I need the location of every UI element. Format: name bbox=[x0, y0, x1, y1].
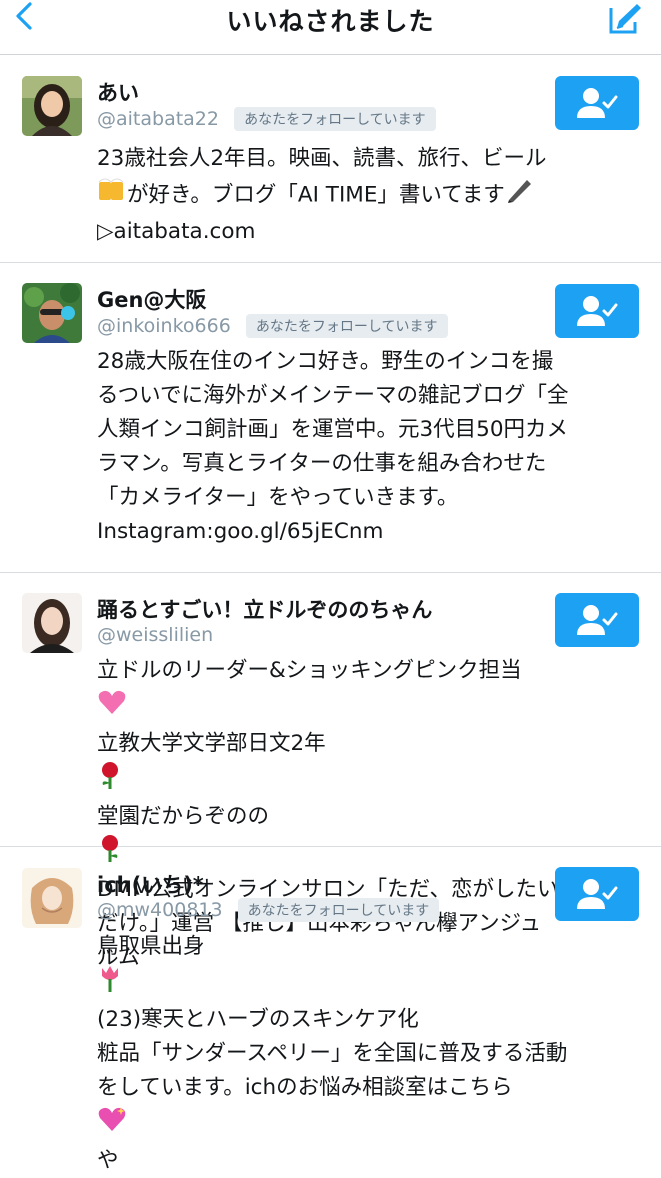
follows-you-badge: あなたをフォローしています bbox=[245, 314, 448, 338]
bio-line-wrapper: をしています。ichのお悩み相談室はこちらや bbox=[97, 1071, 642, 1178]
page-title: いいねされました bbox=[226, 7, 435, 36]
user-handle: @aitabata22 bbox=[97, 108, 219, 130]
following-button[interactable] bbox=[555, 284, 639, 338]
handle-row: @aitabata22 あなたをフォローしています bbox=[97, 107, 436, 131]
handle-row: @weisslilien bbox=[97, 624, 213, 646]
bio-line: 23歳社会人2年目。映画、読書、旅行、ビール bbox=[97, 146, 547, 171]
user-bio: 28歳大阪在住のインコ好き。野生のインコを撮 るついでに海外がメインテーマの雑記… bbox=[97, 345, 642, 549]
bio-line: が好き。ブログ「AI TIME」書いてます bbox=[127, 182, 505, 208]
follows-you-badge: あなたをフォローしています bbox=[234, 107, 436, 131]
bio-line: 粧品「サンダースペリー」を全国に普及する活動 bbox=[97, 1041, 568, 1066]
user-bio: 鳥取県出身 (23)寒天とハーブのスキンケア化 粧品「サンダースペリー」を全国に普… bbox=[97, 930, 642, 1178]
person-check-icon bbox=[577, 296, 618, 326]
rose-icon bbox=[97, 761, 642, 800]
pen-icon bbox=[505, 176, 533, 215]
following-button[interactable] bbox=[555, 76, 639, 130]
tulip-icon bbox=[97, 964, 642, 1003]
bio-line[interactable]: Instagram:goo.gl/65jECnm bbox=[97, 515, 642, 549]
bio-line: をしています。ichのお悩み相談室はこちら bbox=[97, 1075, 513, 1100]
navigation-bar: いいねされました bbox=[0, 0, 661, 55]
user-handle: @inkoinko666 bbox=[97, 315, 231, 337]
avatar-image bbox=[22, 868, 82, 928]
avatar-image bbox=[22, 283, 82, 343]
person-check-icon bbox=[577, 88, 618, 118]
avatar[interactable] bbox=[22, 868, 82, 928]
user-name[interactable]: Gen@大阪 bbox=[97, 284, 206, 314]
following-button[interactable] bbox=[555, 867, 639, 921]
user-cell[interactable]: あい @aitabata22 あなたをフォローしています 23歳社会人2年目。映… bbox=[0, 55, 661, 263]
person-check-icon bbox=[577, 605, 618, 635]
bio-line: 「カメライター」をやっていきます。 bbox=[97, 485, 459, 510]
user-cell[interactable]: Gen@大阪 @inkoinko666 あなたをフォローしています 28歳大阪在… bbox=[0, 263, 661, 573]
user-cell[interactable]: ich(いち)* @mw400813 あなたをフォローしています 鳥取県出身 (2… bbox=[0, 847, 661, 1173]
follows-you-badge: あなたをフォローしています bbox=[237, 898, 440, 922]
following-button[interactable] bbox=[555, 593, 639, 647]
bio-line: 立ドルのリーダー&ショッキングピンク担当 bbox=[97, 658, 522, 683]
bio-line: 立教大学文学部日文2年 bbox=[97, 731, 326, 756]
user-handle: @mw400813 bbox=[97, 899, 223, 921]
bio-line-wrapper: 鳥取県出身 (23)寒天とハーブのスキンケア化 bbox=[97, 930, 642, 1037]
handle-row: @mw400813 あなたをフォローしています bbox=[97, 898, 440, 922]
bio-line: 28歳大阪在住のインコ好き。野生のインコを撮 bbox=[97, 349, 554, 374]
bio-line: (23)寒天とハーブのスキンケア化 bbox=[97, 1007, 419, 1032]
bio-line: 鳥取県出身 bbox=[97, 934, 205, 959]
avatar[interactable] bbox=[22, 283, 82, 343]
avatar-image bbox=[22, 76, 82, 136]
compose-icon bbox=[609, 4, 641, 34]
avatar[interactable] bbox=[22, 76, 82, 136]
bio-line: 人類インコ飼計画」を運営中。元3代目50円カメ bbox=[97, 417, 569, 442]
compose-button[interactable] bbox=[607, 2, 643, 36]
bio-line-wrapper: が好き。ブログ「AI TIME」書いてます bbox=[97, 176, 642, 215]
user-name[interactable]: 踊るとすごい！立ドルぞののちゃん bbox=[97, 594, 432, 624]
user-name[interactable]: あい bbox=[97, 77, 139, 107]
sparkling-heart-icon bbox=[97, 1105, 642, 1144]
bio-line: ラマン。写真とライターの仕事を組み合わせた bbox=[97, 451, 547, 476]
bio-line: 堂園だからぞのの bbox=[97, 804, 270, 829]
bio-line: や bbox=[97, 1148, 119, 1173]
user-name[interactable]: ich(いち)* bbox=[97, 869, 204, 899]
handle-row: @inkoinko666 あなたをフォローしています bbox=[97, 314, 448, 338]
user-handle: @weisslilien bbox=[97, 624, 214, 646]
bio-line-wrapper: 立ドルのリーダー&ショッキングピンク担当 bbox=[97, 654, 642, 727]
person-check-icon bbox=[577, 879, 618, 909]
bio-line: るついでに海外がメインテーマの雑記ブログ「全 bbox=[97, 383, 569, 408]
avatar-image bbox=[22, 593, 82, 653]
avatar[interactable] bbox=[22, 593, 82, 653]
user-bio: 23歳社会人2年目。映画、読書、旅行、ビール が好き。ブログ「AI TIME」書… bbox=[97, 142, 642, 249]
beer-icon bbox=[97, 176, 127, 215]
pink-heart-icon bbox=[97, 688, 642, 727]
bio-line: ▷aitabata.com bbox=[97, 219, 256, 244]
user-cell[interactable]: 踊るとすごい！立ドルぞののちゃん @weisslilien 立ドルのリーダー&シ… bbox=[0, 573, 661, 970]
